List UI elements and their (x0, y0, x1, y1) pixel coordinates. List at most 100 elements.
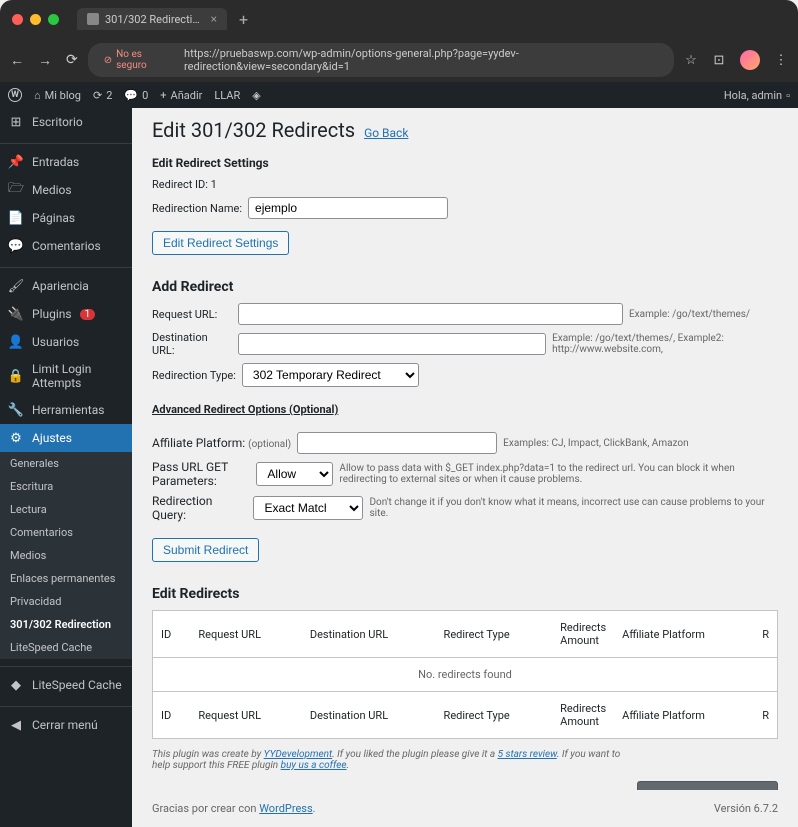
user-icon: 👤 (8, 334, 24, 350)
ajustes-submenu: Generales Escritura Lectura Comentarios … (0, 452, 132, 659)
add-redirect-heading: Add Redirect (152, 279, 778, 295)
reload-button[interactable]: ⟳ (66, 52, 78, 69)
submenu-lectura[interactable]: Lectura (0, 498, 132, 521)
redirect-id-text: Redirect ID: 1 (152, 178, 778, 191)
back-button[interactable]: ← (10, 52, 24, 69)
col-request[interactable]: Request URL (190, 611, 301, 658)
new-content-item[interactable]: + Añadir (160, 89, 202, 102)
plus-icon: + (160, 89, 166, 102)
wp-content: Edit 301/302 Redirects Go Back Edit Redi… (132, 108, 798, 827)
table-empty-row: No. redirects found (153, 658, 778, 692)
user-greeting[interactable]: Hola, admin ▫ (724, 89, 790, 102)
pass-params-hint: Allow to pass data with $_GET index.php?… (339, 463, 778, 485)
collapse-icon: ◀ (8, 717, 24, 733)
addressbar-row: ← → ⟳ ⊘ No es seguro https://pruebaswp.c… (0, 38, 798, 82)
col-destination[interactable]: Destination URL (302, 611, 436, 658)
site-name-item[interactable]: ⌂ Mi blog (34, 89, 81, 102)
url-text: https://pruebaswp.com/wp-admin/options-g… (184, 47, 664, 73)
sidebar-item-limit-login[interactable]: 🔒Limit Login Attempts (0, 356, 132, 396)
forward-button[interactable]: → (38, 52, 52, 69)
review-link[interactable]: 5 stars review (498, 749, 557, 760)
sidebar-item-medios[interactable]: 🗁Medios (0, 176, 132, 204)
sidebar-item-herramientas[interactable]: 🔧Herramientas (0, 396, 132, 424)
redirection-type-select[interactable]: 302 Temporary Redirect (242, 363, 419, 387)
wp-adminbar: W ⌂ Mi blog ⟳ 2 💬 0 + Añadir LLAR ◈ Hola… (0, 82, 798, 108)
affiliate-example: Examples: CJ, Impact, ClickBank, Amazon (503, 438, 688, 449)
star-icon[interactable]: ☆ (684, 53, 698, 67)
submenu-enlaces[interactable]: Enlaces permanentes (0, 567, 132, 590)
edit-settings-button[interactable]: Edit Redirect Settings (152, 231, 289, 255)
col-amount[interactable]: Redirects Amount (552, 611, 614, 658)
comments-item[interactable]: 💬 0 (124, 89, 148, 102)
new-tab-button[interactable]: + (233, 10, 254, 29)
no-items-text: No. redirects found (153, 658, 778, 692)
request-url-input[interactable] (238, 303, 623, 325)
addressbar[interactable]: ⊘ No es seguro https://pruebaswp.com/wp-… (88, 43, 674, 77)
submenu-generales[interactable]: Generales (0, 452, 132, 475)
destination-url-row: Destination URL: Example: /go/text/theme… (152, 331, 778, 357)
submenu-comentarios[interactable]: Comentarios (0, 521, 132, 544)
security-badge[interactable]: ⊘ No es seguro (98, 47, 178, 73)
coffee-link[interactable]: buy us a coffee (281, 760, 347, 771)
sidebar-item-escritorio[interactable]: ⊞Escritorio (0, 108, 132, 136)
comment-icon: 💬 (124, 89, 138, 102)
destination-url-input[interactable] (238, 333, 546, 355)
sidebar-item-usuarios[interactable]: 👤Usuarios (0, 328, 132, 356)
user-avatar-icon: ▫ (786, 89, 790, 102)
submenu-privacidad[interactable]: Privacidad (0, 590, 132, 613)
redirects-table: ID Request URL Destination URL Redirect … (152, 610, 778, 739)
updates-item[interactable]: ⟳ 2 (93, 89, 112, 102)
wordpress-logo-icon: W (8, 88, 22, 102)
nav-arrows: ← → ⟳ (10, 52, 78, 69)
sidebar-item-apariencia[interactable]: 🖌Apariencia (0, 272, 132, 300)
browser-titlebar: 301/302 Redirection < Mi blo... × + (0, 0, 798, 38)
pass-params-row: Pass URL GET Parameters: Allow Allow to … (152, 460, 778, 488)
sidebar-item-paginas[interactable]: 📄Páginas (0, 204, 132, 232)
litespeed-item[interactable]: ◈ (252, 89, 260, 102)
destination-url-label: Destination URL: (152, 331, 232, 357)
redirection-name-label: Redirection Name: (152, 202, 242, 215)
yydev-link[interactable]: YYDevelopment (264, 749, 332, 760)
sidebar-collapse[interactable]: ◀Cerrar menú (0, 711, 132, 739)
submenu-escritura[interactable]: Escritura (0, 475, 132, 498)
col-id[interactable]: ID (153, 611, 191, 658)
refresh-icon: ⟳ (93, 89, 102, 102)
maximize-window-button[interactable] (48, 14, 59, 25)
profile-avatar[interactable] (740, 50, 760, 70)
pass-params-select[interactable]: Allow (256, 462, 333, 486)
llar-item[interactable]: LLAR (214, 89, 240, 102)
table-footer-row: ID Request URL Destination URL Redirect … (153, 692, 778, 739)
page-icon: 📄 (8, 210, 24, 226)
affiliate-input[interactable] (297, 432, 497, 454)
menu-icon[interactable]: ⋮ (774, 53, 788, 67)
sidebar-item-comentarios[interactable]: 💬Comentarios (0, 232, 132, 260)
sidebar-item-plugins[interactable]: 🔌Plugins 1 (0, 300, 132, 328)
menu-separator (0, 140, 132, 144)
affiliate-label: Affiliate Platform: (optional) (152, 436, 291, 450)
browser-tab[interactable]: 301/302 Redirection < Mi blo... × (77, 8, 227, 30)
query-select[interactable]: Exact Match (253, 496, 363, 520)
wp-logo-item[interactable]: W (8, 88, 22, 102)
media-icon: 🗁 (8, 182, 24, 198)
col-affiliate[interactable]: Affiliate Platform (614, 611, 754, 658)
submenu-redirection[interactable]: 301/302 Redirection (0, 613, 132, 636)
tab-close-icon[interactable]: × (211, 12, 217, 26)
extensions-icon[interactable]: ⊡ (712, 53, 726, 67)
redirection-name-input[interactable] (248, 197, 448, 219)
go-back-link[interactable]: Go Back (364, 126, 408, 140)
submenu-litespeed[interactable]: LiteSpeed Cache (0, 636, 132, 659)
col-type[interactable]: Redirect Type (436, 611, 553, 658)
submit-redirect-button[interactable]: Submit Redirect (152, 538, 259, 562)
close-window-button[interactable] (12, 14, 23, 25)
sidebar-item-litespeed-cache[interactable]: ◆LiteSpeed Cache (0, 671, 132, 699)
tab-title: 301/302 Redirection < Mi blo... (105, 13, 205, 26)
dashboard-icon: ⊞ (8, 114, 24, 130)
edit-settings-heading: Edit Redirect Settings (152, 156, 778, 170)
sidebar-item-ajustes[interactable]: ⚙Ajustes (0, 424, 132, 452)
request-url-example: Example: /go/text/themes/ (629, 309, 750, 320)
submenu-medios[interactable]: Medios (0, 544, 132, 567)
col-extra[interactable]: R (754, 611, 777, 658)
sidebar-item-entradas[interactable]: 📌Entradas (0, 148, 132, 176)
minimize-window-button[interactable] (30, 14, 41, 25)
diamond-icon: ◆ (8, 677, 24, 693)
